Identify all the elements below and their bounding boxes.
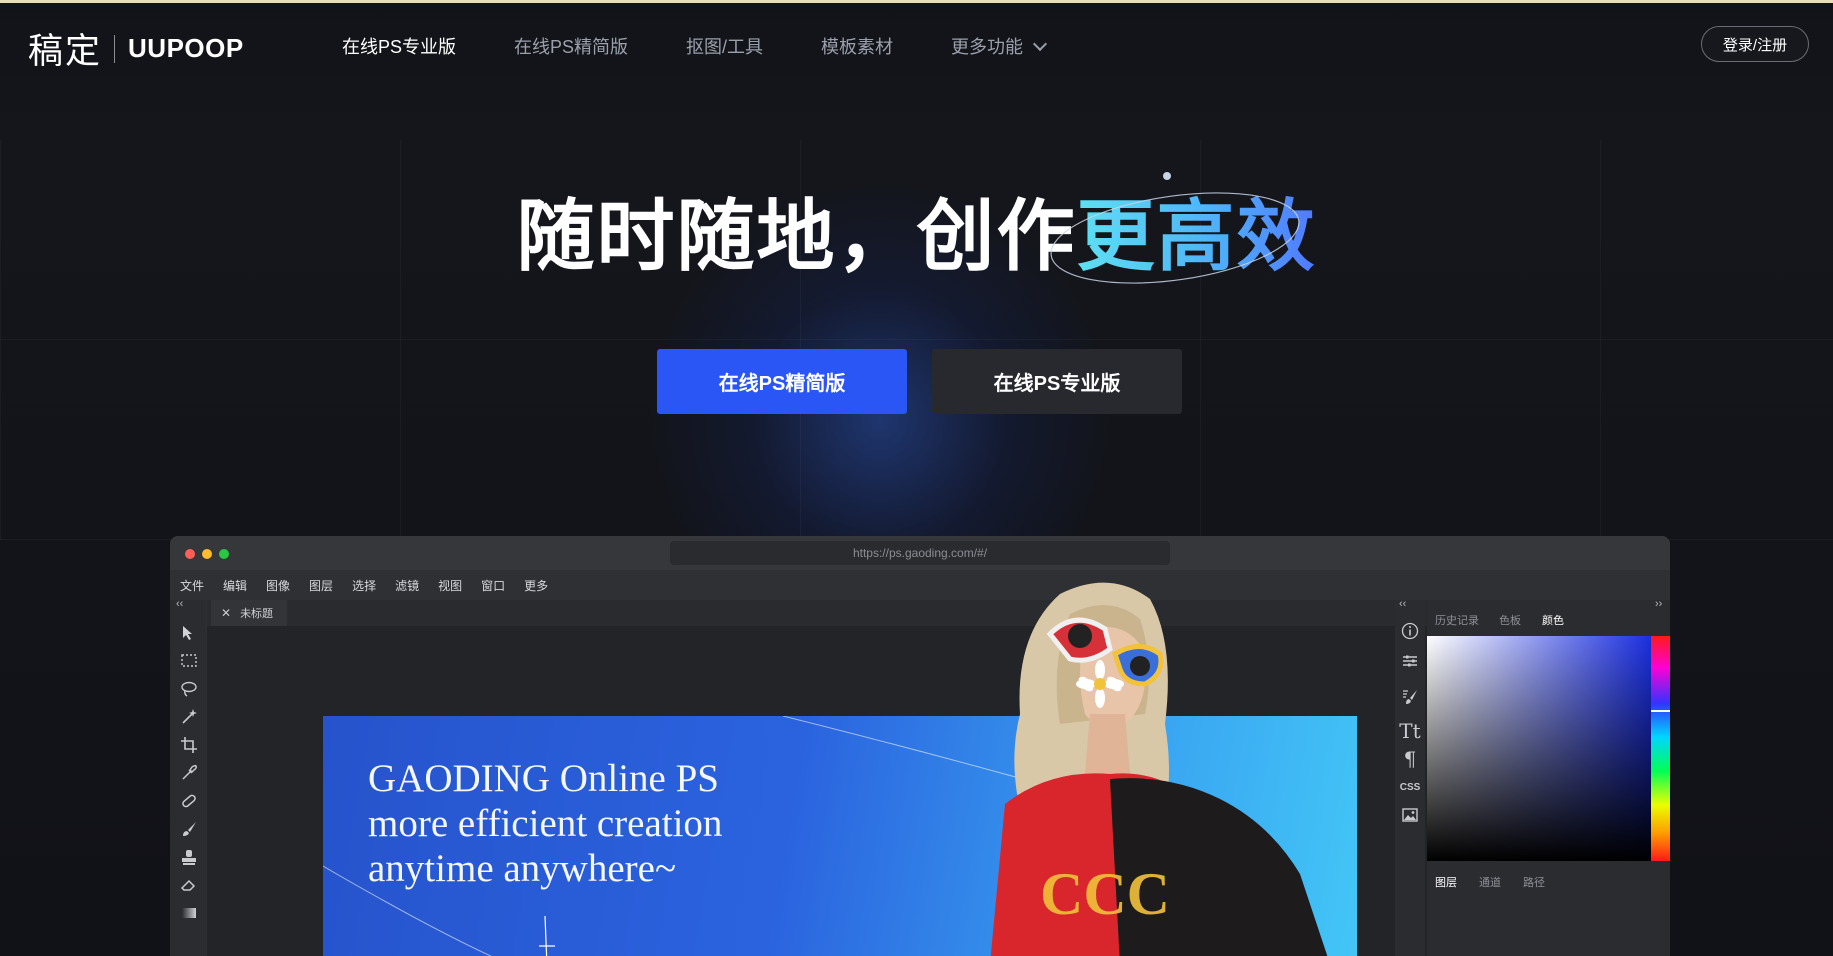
color-panel: ›› 历史记录 色板 颜色 图层 通道 路径 [1427,598,1670,956]
tab-paths[interactable]: 路径 [1523,874,1545,890]
lasso-tool-icon[interactable] [178,678,200,700]
editor-preview: https://ps.gaoding.com/#/ 文件 编辑 图像 图层 选择… [170,536,1670,956]
nav-item-more-label: 更多功能 [951,37,1024,57]
logo[interactable]: 稿定 UUPOOP [28,23,244,74]
browser-titlebar: https://ps.gaoding.com/#/ [170,536,1670,570]
move-tool-icon[interactable] [178,622,200,644]
info-icon[interactable] [1399,620,1421,642]
image-icon[interactable] [1399,804,1421,826]
login-register-button[interactable]: 登录/注册 [1701,26,1809,62]
menu-image[interactable]: 图像 [266,577,290,594]
hero-title-main: 随时随地，创作 [516,192,1077,280]
adjustments-icon[interactable] [1399,650,1421,672]
magic-wand-tool-icon[interactable] [178,706,200,728]
expand-panel-icon[interactable]: ›› [1655,598,1662,610]
tab-layers[interactable]: 图层 [1435,874,1457,890]
stamp-tool-icon[interactable] [178,846,200,868]
paragraph-icon[interactable]: ¶ [1399,747,1421,771]
tab-swatches[interactable]: 色板 [1499,612,1521,628]
nav-item-templates[interactable]: 模板素材 [821,33,893,59]
eyedropper-tool-icon[interactable] [178,762,200,784]
hero-title: 随时随地，创作更高效 [0,188,1833,284]
url-bar: https://ps.gaoding.com/#/ [670,541,1170,565]
document-tab-label: 未标题 [240,608,274,620]
model-photo: CCC [990,582,1328,956]
menu-select[interactable]: 选择 [352,577,376,594]
nav-item-more[interactable]: 更多功能 [951,33,1048,59]
menu-view[interactable]: 视图 [438,577,462,594]
nav-item-ps-lite[interactable]: 在线PS精简版 [514,33,628,59]
menu-layer[interactable]: 图层 [309,577,333,594]
chevron-down-icon [1032,36,1048,51]
panel-icons-bar: ‹‹ Tt ¶ CSS [1395,598,1425,956]
ps-lite-button[interactable]: 在线PS精简版 [657,349,907,414]
brush-settings-icon[interactable] [1399,686,1421,708]
artboard-text-line-2: more efficient creation [368,802,723,845]
hue-slider[interactable] [1651,636,1670,861]
orbit-decoration [1050,172,1300,284]
artboard-text: GAODING Online PS more efficient creatio… [368,756,722,891]
ps-pro-button[interactable]: 在线PS专业版 [932,349,1182,414]
nav-item-ps-pro[interactable]: 在线PS专业版 [342,33,456,59]
brush-tool-icon[interactable] [178,818,200,840]
menu-more[interactable]: 更多 [524,577,548,594]
logo-cn-text: 稿定 [28,32,103,72]
svg-text:CCC: CCC [1040,861,1170,927]
minimize-dot-icon [202,549,212,559]
artboard-text-line-3: anytime anywhere~ [368,847,677,890]
css-icon[interactable]: CSS [1399,776,1421,798]
text-icon[interactable]: Tt [1399,719,1421,743]
artboard-text-line-1: GAODING Online PS [368,757,719,800]
tab-color[interactable]: 颜色 [1542,612,1564,628]
tab-channels[interactable]: 通道 [1479,874,1501,890]
tools-panel: ‹‹ [170,598,206,956]
gradient-tool-icon[interactable] [178,902,200,924]
color-picker-field[interactable] [1427,636,1651,861]
eraser-tool-icon[interactable] [178,874,200,896]
main-nav: 在线PS专业版 在线PS精简版 抠图/工具 模板素材 更多功能 [342,33,1103,59]
collapse-left-icon[interactable]: ‹‹ [176,598,183,610]
nav-item-cutout-tools[interactable]: 抠图/工具 [686,33,763,59]
hue-slider-handle[interactable] [1651,710,1670,712]
close-icon[interactable]: ✕ [221,606,231,620]
maximize-dot-icon [219,549,229,559]
crop-tool-icon[interactable] [178,734,200,756]
menu-filter[interactable]: 滤镜 [395,577,419,594]
logo-en-text: UUPOOP [128,33,244,63]
logo-divider [114,34,116,63]
collapse-right-panel-icon[interactable]: ‹‹ [1399,598,1406,610]
marquee-tool-icon[interactable] [178,650,200,672]
document-tab[interactable]: ✕ 未标题 [211,600,288,626]
healing-tool-icon[interactable] [178,790,200,812]
menu-edit[interactable]: 编辑 [223,577,247,594]
menu-window[interactable]: 窗口 [481,577,505,594]
close-dot-icon [185,549,195,559]
menu-file[interactable]: 文件 [180,577,204,594]
site-header: 稿定 UUPOOP 在线PS专业版 在线PS精简版 抠图/工具 模板素材 更多功… [0,3,1833,85]
tab-history[interactable]: 历史记录 [1435,612,1479,628]
